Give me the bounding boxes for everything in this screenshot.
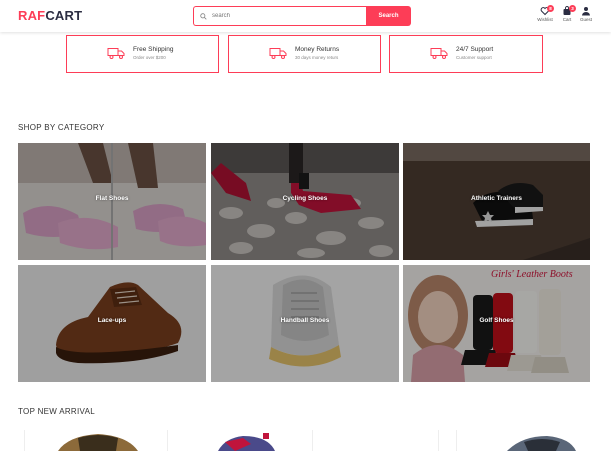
truck-icon bbox=[269, 48, 287, 59]
search-button[interactable]: Search bbox=[366, 6, 411, 26]
product-image bbox=[167, 430, 275, 451]
category-name: Flat Shoes bbox=[95, 195, 129, 202]
product-card[interactable] bbox=[18, 430, 156, 451]
category-name: Cycling Shoes bbox=[282, 195, 328, 202]
feature-support: 24/7 Support Customer support bbox=[389, 35, 543, 73]
search-bar: Search bbox=[193, 6, 411, 26]
feature-subtitle: Order over $200 bbox=[133, 55, 166, 60]
truck-icon bbox=[107, 48, 125, 59]
feature-title: Money Returns bbox=[295, 46, 340, 53]
wishlist-count-badge: 8 bbox=[547, 5, 554, 12]
search-input[interactable] bbox=[212, 13, 352, 19]
wishlist-label: Wishlist bbox=[537, 17, 553, 22]
feature-title: Free Shipping bbox=[133, 46, 174, 53]
cart-label: Cart bbox=[562, 17, 572, 22]
category-card-golf-shoes[interactable]: Girls' Leather Boots Golf Shoes bbox=[403, 265, 590, 382]
feature-title: 24/7 Support bbox=[456, 46, 494, 53]
category-name: Handball Shoes bbox=[280, 317, 330, 324]
account-link[interactable]: Guest bbox=[577, 6, 595, 28]
search-field-wrapper bbox=[193, 6, 366, 26]
category-card-cycling-shoes[interactable]: Cycling Shoes bbox=[211, 143, 399, 260]
cart-count-badge: 3 bbox=[569, 5, 576, 12]
truck-icon bbox=[430, 48, 448, 59]
product-card[interactable] bbox=[308, 430, 446, 451]
section-title-categories: SHOP BY CATEGORY bbox=[18, 123, 105, 132]
logo-text-raf: RAF bbox=[18, 8, 46, 23]
site-header: RAFCART Search 8 Wishlist 3 Cart G bbox=[0, 0, 611, 32]
category-name: Athletic Trainers bbox=[471, 195, 522, 202]
category-name: Lace-ups bbox=[97, 317, 127, 324]
category-card-lace-ups[interactable]: Lace-ups bbox=[18, 265, 206, 382]
feature-free-shipping: Free Shipping Order over $200 bbox=[66, 35, 219, 73]
site-logo[interactable]: RAFCART bbox=[18, 8, 82, 23]
search-icon bbox=[200, 12, 207, 20]
feature-subtitle: Customer support bbox=[456, 55, 492, 60]
product-image bbox=[24, 430, 138, 451]
user-icon bbox=[582, 7, 590, 16]
wishlist-link[interactable]: 8 Wishlist bbox=[536, 5, 554, 28]
product-card[interactable] bbox=[163, 430, 301, 451]
account-label: Guest bbox=[579, 17, 592, 22]
feature-subtitle: 30 days money returs bbox=[295, 55, 339, 60]
section-title-new-arrivals: TOP NEW ARRIVAL bbox=[18, 407, 95, 416]
logo-text-cart: CART bbox=[45, 8, 83, 23]
product-image bbox=[312, 430, 439, 451]
category-card-flat-shoes[interactable]: Flat Shoes bbox=[18, 143, 206, 260]
product-card[interactable] bbox=[452, 430, 590, 451]
category-card-handball-shoes[interactable]: Handball Shoes bbox=[211, 265, 399, 382]
category-card-athletic-trainers[interactable]: Athletic Trainers bbox=[403, 143, 590, 260]
feature-money-returns: Money Returns 30 days money returs bbox=[228, 35, 381, 73]
category-name: Golf Shoes bbox=[479, 317, 514, 324]
cart-link[interactable]: 3 Cart bbox=[558, 5, 576, 28]
product-image bbox=[456, 430, 576, 451]
